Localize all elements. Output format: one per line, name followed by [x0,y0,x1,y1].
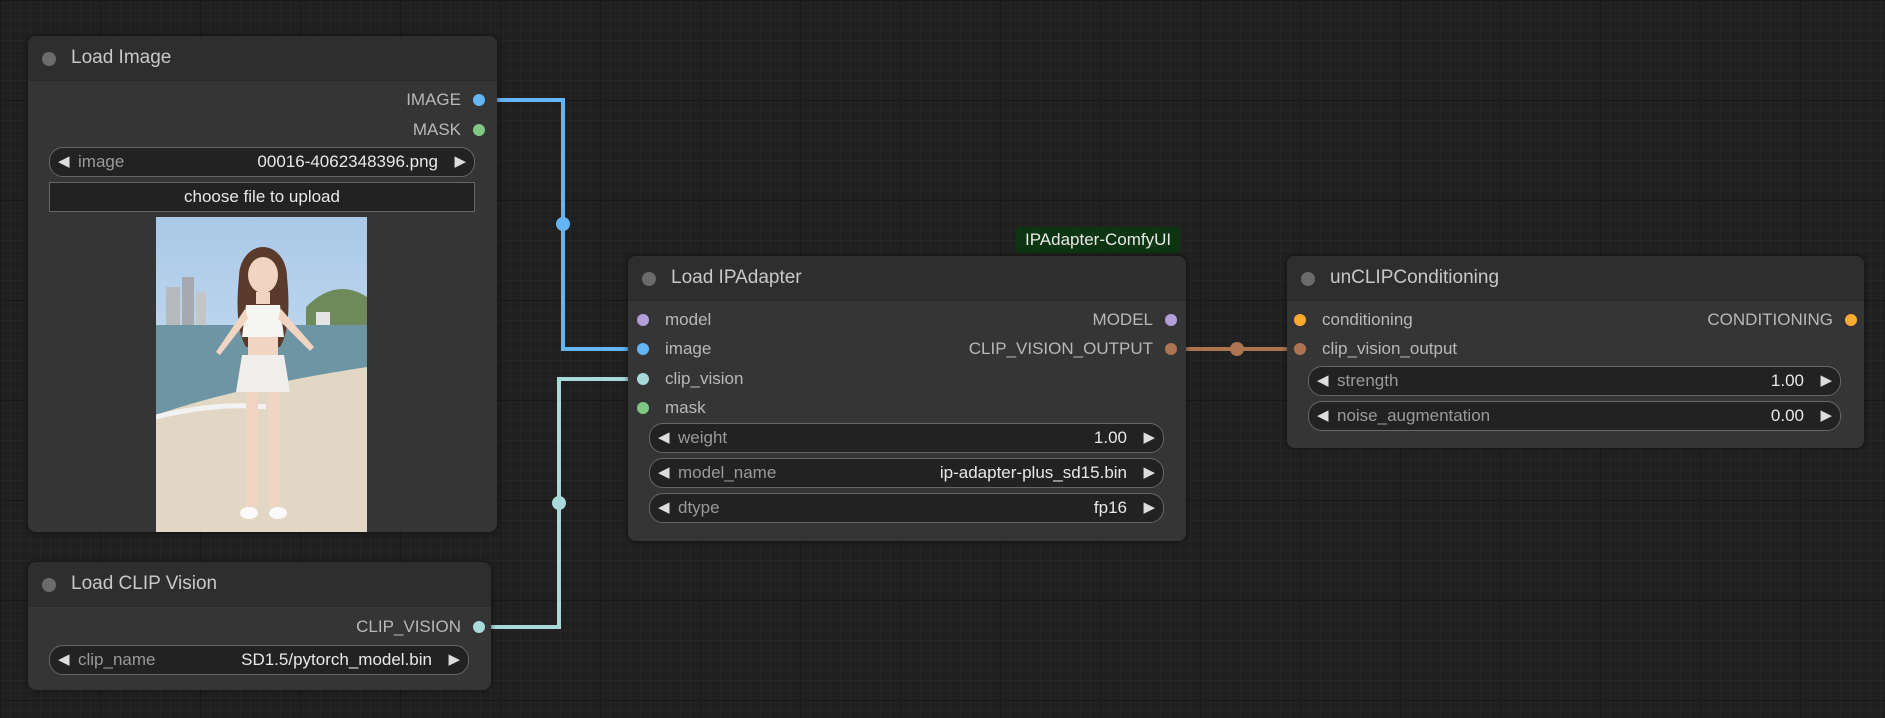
decrement-arrow-icon[interactable]: ◀ [658,463,670,481]
widget-value: SD1.5/pytorch_model.bin [241,650,432,669]
increment-arrow-icon[interactable]: ▶ [1143,428,1155,446]
strength-number-widget[interactable]: ◀ strength 1.00 ▶ [1308,366,1841,396]
output-model-pin[interactable] [1165,314,1177,326]
node-title-bar[interactable]: unCLIPConditioning [1287,256,1864,301]
link-clip-vision-midpoint [552,496,566,510]
output-image-pin[interactable] [473,94,485,106]
link-clip-vision [476,377,643,629]
widget-label: noise_augmentation [1337,406,1491,425]
widget-label: clip_name [78,650,156,669]
increment-arrow-icon[interactable]: ▶ [1143,463,1155,481]
widget-value: ip-adapter-plus_sd15.bin [939,463,1127,482]
output-model[interactable]: MODEL [917,310,1177,330]
widget-label: dtype [678,498,720,517]
input-conditioning[interactable]: conditioning [1294,310,1413,330]
output-clip-vision-output[interactable]: CLIP_VISION_OUTPUT [917,339,1177,359]
widget-value: 1.00 [1770,371,1804,390]
increment-arrow-icon[interactable]: ▶ [1820,406,1832,424]
input-conditioning-label: conditioning [1322,310,1413,329]
widget-label: weight [678,428,728,447]
load-image-node[interactable]: Load Image IMAGE MASK ◀ image 00016-4062… [28,36,497,532]
input-clip-vision-pin[interactable] [637,373,649,385]
input-clip-vision-label: clip_vision [665,369,744,388]
input-model-pin[interactable] [637,314,649,326]
collapse-dot[interactable] [1301,272,1315,286]
input-mask-pin[interactable] [637,402,649,414]
input-clip-vision-output[interactable]: clip_vision_output [1294,339,1457,359]
noise-augmentation-number-widget[interactable]: ◀ noise_augmentation 0.00 ▶ [1308,401,1841,431]
load-clip-vision-node[interactable]: Load CLIP Vision CLIP_VISION ◀ clip_name… [28,562,491,690]
collapse-dot[interactable] [42,52,56,66]
widget-value: fp16 [1093,498,1127,517]
unclip-conditioning-node[interactable]: unCLIPConditioning conditioning clip_vis… [1287,256,1864,448]
node-title-bar[interactable]: Load Image [28,36,497,81]
output-image[interactable]: IMAGE [285,90,485,110]
link-image [482,98,643,351]
widget-label: image [78,152,125,171]
decrement-arrow-icon[interactable]: ◀ [658,428,670,446]
input-conditioning-pin[interactable] [1294,314,1306,326]
output-mask-pin[interactable] [473,124,485,136]
input-clip-vision[interactable]: clip_vision [637,369,743,389]
widget-value: 1.00 [1093,428,1127,447]
decrement-arrow-icon[interactable]: ◀ [1317,406,1329,424]
output-mask[interactable]: MASK [285,120,485,140]
widget-value: 00016-4062348396.png [257,152,438,171]
input-model[interactable]: model [637,310,711,330]
image-combo-widget[interactable]: ◀ image 00016-4062348396.png ▶ [49,147,475,177]
output-clip-vision-label: CLIP_VISION [356,617,461,636]
node-title: unCLIPConditioning [1330,267,1500,288]
input-clip-vision-output-pin[interactable] [1294,343,1306,355]
input-image-pin[interactable] [637,343,649,355]
increment-arrow-icon[interactable]: ▶ [1143,498,1155,516]
node-title: Load Image [71,47,172,68]
increment-arrow-icon[interactable]: ▶ [1820,371,1832,389]
widget-label: strength [1337,371,1399,390]
output-clip-vision-output-pin[interactable] [1165,343,1177,355]
upload-button[interactable]: choose file to upload [49,182,475,212]
output-conditioning-pin[interactable] [1845,314,1857,326]
link-image-midpoint [556,217,570,231]
collapse-dot[interactable] [42,578,56,592]
dtype-combo-widget[interactable]: ◀ dtype fp16 ▶ [649,493,1164,523]
input-clip-vision-output-label: clip_vision_output [1322,339,1458,358]
node-title: Load IPAdapter [671,267,802,288]
output-conditioning[interactable]: CONDITIONING [1617,310,1857,330]
decrement-arrow-icon[interactable]: ◀ [58,152,70,170]
weight-number-widget[interactable]: ◀ weight 1.00 ▶ [649,423,1164,453]
decrement-arrow-icon[interactable]: ◀ [1317,371,1329,389]
widget-label: model_name [678,463,777,482]
node-title-bar[interactable]: Load CLIP Vision [28,562,491,607]
output-clip-vision[interactable]: CLIP_VISION [245,617,485,637]
model-name-combo-widget[interactable]: ◀ model_name ip-adapter-plus_sd15.bin ▶ [649,458,1164,488]
image-preview [156,217,367,532]
output-clip-vision-output-label: CLIP_VISION_OUTPUT [968,339,1153,358]
load-ipadapter-node[interactable]: Load IPAdapter model image clip_vision m… [628,256,1186,541]
node-source-badge: IPAdapter-ComfyUI [1016,227,1181,253]
beach-photo-preview [156,217,367,532]
clip-name-combo-widget[interactable]: ◀ clip_name SD1.5/pytorch_model.bin ▶ [49,645,469,675]
link-clip-vision-output-midpoint [1230,342,1244,356]
widget-value: 0.00 [1770,406,1804,425]
decrement-arrow-icon[interactable]: ◀ [658,498,670,516]
input-mask[interactable]: mask [637,398,706,418]
decrement-arrow-icon[interactable]: ◀ [58,650,70,668]
input-image[interactable]: image [637,339,711,359]
collapse-dot[interactable] [642,272,656,286]
increment-arrow-icon[interactable]: ▶ [454,152,466,170]
output-clip-vision-pin[interactable] [473,621,485,633]
output-conditioning-label: CONDITIONING [1707,310,1833,329]
node-title: Load CLIP Vision [71,573,218,594]
node-title-bar[interactable]: Load IPAdapter [628,256,1186,301]
increment-arrow-icon[interactable]: ▶ [448,650,460,668]
